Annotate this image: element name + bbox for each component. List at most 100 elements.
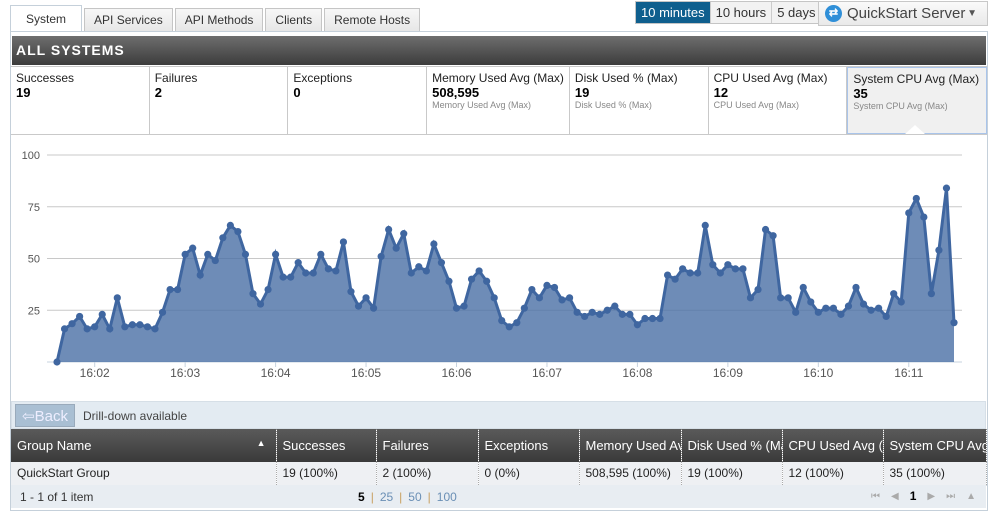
data-point [505, 323, 513, 331]
time-range-selector: 10 minutes 10 hours 5 days [635, 1, 822, 24]
col-group-name[interactable]: Group Name ▲ [11, 429, 277, 462]
next-page-icon[interactable]: ▶ [927, 491, 935, 502]
col-failures[interactable]: Failures [376, 429, 479, 462]
col-system-cpu[interactable]: System CPU Avg (Max) [883, 429, 987, 462]
summary-successes[interactable]: Successes 19 [11, 67, 150, 134]
data-point [686, 269, 694, 277]
col-successes[interactable]: Successes [276, 429, 377, 462]
data-point [581, 312, 589, 321]
summary-value: 0 [293, 85, 301, 100]
summary-cpu[interactable]: CPU Used Avg (Max) 12 CPU Used Avg (Max) [709, 67, 848, 134]
summary-title: Successes [16, 71, 75, 85]
data-point [83, 325, 91, 333]
data-point [799, 283, 807, 292]
last-page-icon[interactable]: ⏭ [946, 491, 955, 502]
data-point [475, 267, 483, 275]
x-tick-label: 16:03 [170, 366, 200, 380]
server-select[interactable]: ⇄ QuickStart Server ▼ [818, 1, 988, 26]
col-disk[interactable]: Disk Used % (Max) [681, 429, 783, 462]
data-point [377, 252, 385, 261]
data-point [181, 250, 189, 258]
range-10-hours[interactable]: 10 hours [709, 2, 772, 23]
back-button[interactable]: ⇦Back [15, 404, 75, 427]
data-point [942, 184, 951, 192]
cell: 508,595 (100%) [579, 462, 682, 486]
data-point [837, 310, 845, 318]
data-point [354, 302, 363, 310]
summary-value: 2 [154, 85, 162, 100]
x-tick-label: 16:11 [894, 366, 923, 380]
data-point [701, 221, 709, 229]
summary-disk[interactable]: Disk Used % (Max) 19 Disk Used % (Max) [570, 67, 709, 134]
data-point [226, 221, 234, 229]
data-point [731, 265, 740, 273]
summary-failures[interactable]: Failures 2 [150, 67, 289, 134]
tab-api-services[interactable]: API Services [84, 8, 173, 32]
data-point [302, 269, 310, 277]
tab-api-methods[interactable]: API Methods [174, 8, 264, 32]
data-point [754, 285, 762, 294]
data-point [550, 283, 559, 292]
data-point [219, 234, 227, 242]
data-point [520, 304, 528, 312]
data-point [671, 275, 679, 283]
data-point [656, 314, 664, 323]
data-point [927, 290, 935, 298]
data-point [716, 269, 724, 277]
data-point [618, 310, 626, 318]
selected-caret [905, 125, 926, 134]
data-point [633, 321, 642, 329]
data-point [603, 306, 611, 314]
page-size-50[interactable]: 50 [408, 490, 421, 504]
swap-arrows-icon: ⇄ [825, 5, 842, 22]
summary-value: 508,595 [432, 85, 480, 100]
summary-exceptions[interactable]: Exceptions 0 [288, 67, 428, 134]
page-size-25[interactable]: 25 [380, 490, 393, 504]
data-point [98, 310, 106, 318]
x-tick-label: 16:08 [622, 366, 652, 380]
x-tick-label: 16:02 [80, 366, 110, 380]
col-memory[interactable]: Memory Used Avg (Max) [579, 429, 682, 462]
summary-value: 19 [574, 85, 590, 100]
range-5-days[interactable]: 5 days [771, 2, 821, 23]
data-point [852, 283, 860, 292]
data-point [663, 271, 672, 279]
page-size-5[interactable]: 5 [358, 490, 365, 504]
summary-sub: System CPU Avg (Max) [853, 101, 948, 111]
data-point [211, 256, 219, 265]
data-point [867, 306, 875, 314]
data-point [241, 250, 250, 258]
drill-bar: ⇦Back Drill-down available [11, 401, 986, 429]
data-point [430, 240, 438, 248]
data-point [935, 246, 943, 254]
data-point [279, 273, 287, 281]
data-point [271, 250, 280, 258]
table-row[interactable]: QuickStart Group 19 (100%) 2 (100%) 0 (0… [11, 462, 987, 486]
data-point [558, 296, 566, 304]
summary-title: CPU Used Avg (Max) [713, 71, 828, 85]
tab-remote-hosts[interactable]: Remote Hosts [324, 8, 421, 32]
first-page-icon[interactable]: ⏮ [871, 491, 880, 502]
data-point [196, 271, 204, 279]
summary-sub: CPU Used Avg (Max) [713, 100, 799, 110]
current-page[interactable]: 1 [910, 489, 917, 503]
tab-clients[interactable]: Clients [265, 8, 323, 32]
range-10-minutes[interactable]: 10 minutes [636, 2, 710, 23]
col-exceptions[interactable]: Exceptions [478, 429, 580, 462]
tab-system[interactable]: System [10, 5, 83, 32]
page-size-options: 5 | 25 | 50 | 100 [358, 490, 457, 504]
table-header: Group Name ▲ Successes Failures Exception… [11, 429, 987, 462]
scroll-top-icon[interactable]: ▲ [966, 491, 976, 502]
cell: 19 (100%) [681, 462, 783, 486]
data-point [317, 250, 325, 258]
summary-system-cpu[interactable]: System CPU Avg (Max) 35 System CPU Avg (Ma… [847, 67, 988, 134]
data-point [309, 269, 317, 277]
prev-page-icon[interactable]: ◀ [891, 491, 899, 502]
panel-title: ALL SYSTEMS [12, 36, 986, 65]
data-point [498, 317, 506, 325]
page-size-100[interactable]: 100 [437, 490, 457, 504]
data-point [784, 294, 792, 302]
summary-memory[interactable]: Memory Used Avg (Max) 508,595 Memory Used … [427, 67, 570, 134]
col-cpu[interactable]: CPU Used Avg (Max) [782, 429, 884, 462]
x-tick-label: 16:09 [713, 366, 743, 380]
